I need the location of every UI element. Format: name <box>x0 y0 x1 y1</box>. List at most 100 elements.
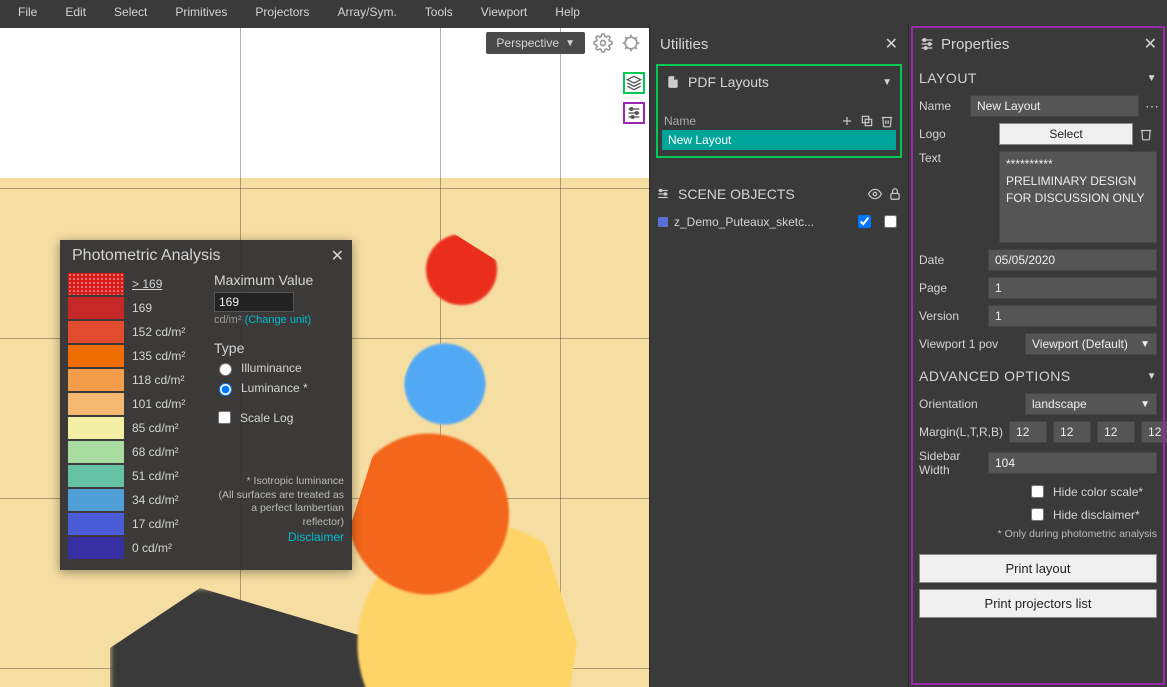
scene-object-row[interactable]: z_Demo_Puteaux_sketc... <box>650 208 908 235</box>
eye-icon[interactable] <box>868 187 882 201</box>
color-swatch <box>68 465 124 487</box>
menu-projectors[interactable]: Projectors <box>243 1 321 23</box>
hide-disclaimer-checkbox[interactable] <box>1031 508 1044 521</box>
scale-row: 17 cd/m² <box>68 512 204 536</box>
sidebar-width-label: Sidebar Width <box>919 449 982 477</box>
object-visible-checkbox[interactable] <box>858 215 871 228</box>
version-label: Version <box>919 309 982 323</box>
close-icon[interactable]: ✕ <box>331 246 344 266</box>
object-color-swatch <box>658 217 668 227</box>
type-label: Type <box>214 340 344 356</box>
print-layout-button[interactable]: Print layout <box>919 554 1157 583</box>
utilities-panel: Utilities ✕ PDF Layouts ▼ Name <box>649 24 909 687</box>
page-input[interactable] <box>988 277 1157 299</box>
more-icon[interactable]: ⋯ <box>1145 98 1157 115</box>
name-input[interactable] <box>970 95 1139 117</box>
viewport-pov-select[interactable]: Viewport (Default) ▼ <box>1025 333 1157 355</box>
view-mode-dropdown[interactable]: Perspective ▼ <box>486 32 585 54</box>
illuminance-radio[interactable] <box>219 363 232 376</box>
color-swatch <box>68 345 124 367</box>
object-name: z_Demo_Puteaux_sketc... <box>674 215 848 229</box>
object-lock-checkbox[interactable] <box>884 215 897 228</box>
sliders-icon <box>919 36 935 52</box>
menu-primitives[interactable]: Primitives <box>163 1 239 23</box>
scale-value-label: 101 cd/m² <box>132 397 185 411</box>
menu-viewport[interactable]: Viewport <box>469 1 539 23</box>
date-label: Date <box>919 253 982 267</box>
name-column-header: Name <box>664 114 696 128</box>
margin-t-input[interactable] <box>1053 421 1091 443</box>
close-icon[interactable]: ✕ <box>1144 34 1157 54</box>
page-label: Page <box>919 281 982 295</box>
change-unit-link[interactable]: (Change unit) <box>245 314 312 326</box>
margin-r-input[interactable] <box>1097 421 1135 443</box>
chevron-down-icon: ▼ <box>1140 399 1150 410</box>
hide-disclaimer-label: Hide disclaimer* <box>1053 508 1140 522</box>
orientation-select[interactable]: landscape ▼ <box>1025 393 1157 415</box>
color-swatch <box>68 297 124 319</box>
chevron-down-icon[interactable]: ▼ <box>1147 371 1157 382</box>
name-label: Name <box>919 99 964 113</box>
sliders-toggle[interactable] <box>623 102 645 124</box>
scale-value-label: 169 <box>132 301 152 315</box>
unit-label: cd/m² <box>214 314 242 326</box>
scale-row: 152 cd/m² <box>68 320 204 344</box>
date-input[interactable] <box>988 249 1157 271</box>
lambertian-note: (All surfaces are treated as a perfect l… <box>214 489 344 530</box>
layout-list-item[interactable]: New Layout <box>662 130 896 150</box>
menu-arraysym[interactable]: Array/Sym. <box>325 1 408 23</box>
disclaimer-link[interactable]: Disclaimer <box>288 530 344 544</box>
scale-row: 118 cd/m² <box>68 368 204 392</box>
chevron-down-icon[interactable]: ▼ <box>1147 73 1157 84</box>
menu-tools[interactable]: Tools <box>413 1 465 23</box>
version-input[interactable] <box>988 305 1157 327</box>
viewport-pov-label: Viewport 1 pov <box>919 337 1019 351</box>
scale-value-label: 85 cd/m² <box>132 421 179 435</box>
color-swatch <box>68 321 124 343</box>
menu-edit[interactable]: Edit <box>53 1 98 23</box>
advanced-section-title: ADVANCED OPTIONS <box>919 368 1071 384</box>
menu-file[interactable]: File <box>6 1 49 23</box>
scale-log-label: Scale Log <box>240 411 293 425</box>
photometric-panel: Photometric Analysis ✕ > 169169152 cd/m²… <box>60 240 352 570</box>
viewport-topbar: Perspective ▼ <box>486 32 641 54</box>
hide-color-scale-checkbox[interactable] <box>1031 485 1044 498</box>
trash-icon[interactable] <box>880 114 894 128</box>
margin-b-input[interactable] <box>1141 421 1167 443</box>
close-icon[interactable]: ✕ <box>885 34 898 54</box>
max-value-input[interactable] <box>214 292 294 312</box>
main-layout: Perspective ▼ Photometric Analysis ✕ > 1… <box>0 24 1167 687</box>
scale-row: 0 cd/m² <box>68 536 204 560</box>
document-icon <box>666 75 680 89</box>
print-projectors-button[interactable]: Print projectors list <box>919 589 1157 618</box>
scene-objects-header[interactable]: SCENE OBJECTS <box>650 180 908 208</box>
hide-color-scale-label: Hide color scale* <box>1053 485 1143 499</box>
menu-help[interactable]: Help <box>543 1 592 23</box>
photometric-title: Photometric Analysis <box>72 247 221 265</box>
color-swatch <box>68 369 124 391</box>
chevron-down-icon: ▼ <box>565 38 575 49</box>
text-textarea[interactable]: **********PRELIMINARY DESIGNFOR DISCUSSI… <box>999 151 1157 243</box>
scale-value-label: 68 cd/m² <box>132 445 179 459</box>
chevron-down-icon[interactable]: ▼ <box>882 77 892 88</box>
scale-value-label: 152 cd/m² <box>132 325 185 339</box>
scale-log-checkbox[interactable] <box>218 411 231 424</box>
lock-icon[interactable] <box>888 187 902 201</box>
scale-value-label: 0 cd/m² <box>132 541 172 555</box>
logo-select-button[interactable]: Select <box>999 123 1133 145</box>
scene-objects-label: SCENE OBJECTS <box>678 186 795 202</box>
menu-select[interactable]: Select <box>102 1 159 23</box>
layers-toggle[interactable] <box>623 72 645 94</box>
layout-section-title: LAYOUT <box>919 70 977 86</box>
luminance-radio[interactable] <box>219 383 232 396</box>
margin-l-input[interactable] <box>1009 421 1047 443</box>
gear-outline-icon[interactable] <box>621 33 641 53</box>
color-swatch <box>68 489 124 511</box>
color-scale: > 169169152 cd/m²135 cd/m²118 cd/m²101 c… <box>68 272 204 560</box>
copy-icon[interactable] <box>860 114 874 128</box>
gear-icon[interactable] <box>593 33 613 53</box>
sidebar-width-input[interactable] <box>988 452 1157 474</box>
properties-panel: Properties ✕ LAYOUT ▼ Name ⋯ Logo Select… <box>909 24 1167 687</box>
add-icon[interactable] <box>840 114 854 128</box>
trash-icon[interactable] <box>1139 127 1157 141</box>
